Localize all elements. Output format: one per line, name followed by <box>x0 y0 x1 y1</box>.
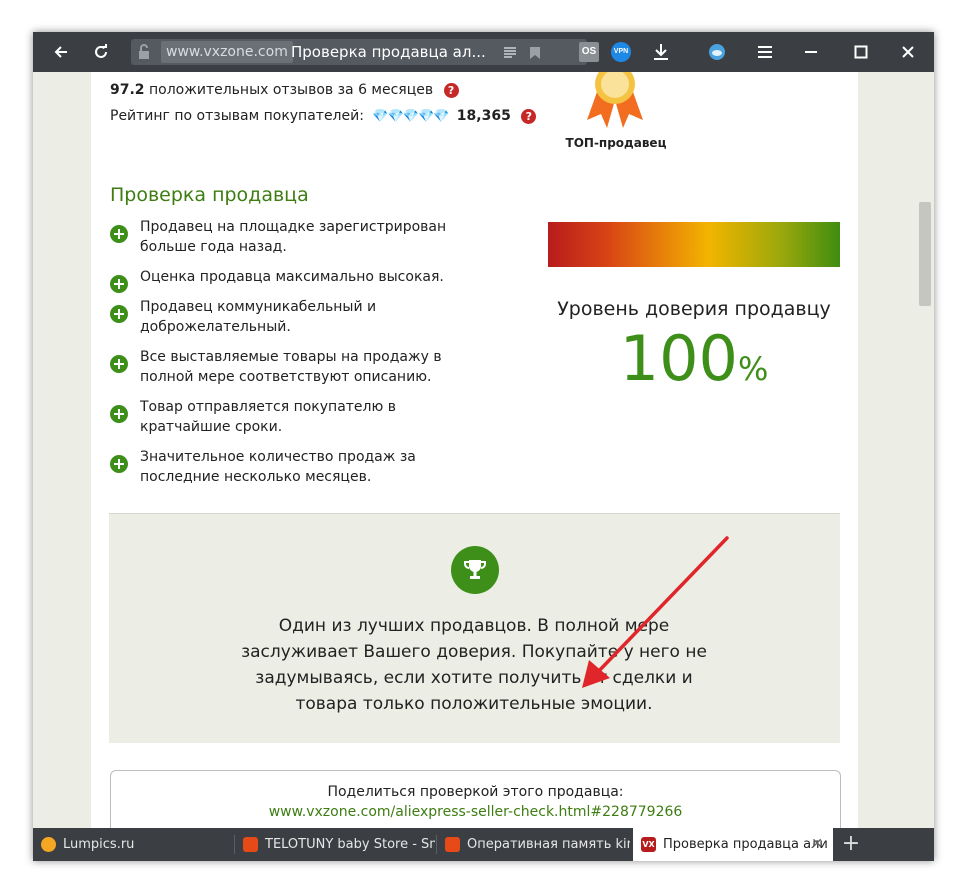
back-button[interactable] <box>45 32 77 72</box>
reader-mode-icon[interactable] <box>503 45 517 64</box>
tab-telotuny[interactable]: TELOTUNY baby Store - Sma <box>235 828 435 861</box>
plus-circle-icon <box>110 225 128 243</box>
vx-favicon-icon: VX <box>641 837 656 852</box>
weather-button[interactable] <box>701 32 733 72</box>
address-page-title[interactable]: Проверка продавца ал... <box>291 39 501 65</box>
trust-level-title: Уровень доверия продавцу <box>557 298 831 320</box>
plus-circle-icon <box>110 305 128 323</box>
list-item: Товар отправляется покупателю в кратчайш… <box>110 397 490 437</box>
address-domain[interactable]: www.vxzone.com <box>161 41 293 63</box>
close-icon <box>902 46 914 58</box>
scrollbar-track[interactable] <box>916 72 934 828</box>
share-label: Поделиться проверкой этого продавца: <box>327 784 624 800</box>
maximize-button[interactable] <box>845 32 877 72</box>
recommendation-panel: Один из лучших продавцов. В полной мере … <box>109 513 840 743</box>
favicon-icon <box>41 837 56 852</box>
maximize-icon <box>854 45 868 59</box>
menu-button[interactable] <box>749 32 781 72</box>
trust-percent-number: 100 <box>619 322 738 395</box>
list-item: Продавец коммуникабельный и доброжелател… <box>110 297 490 337</box>
lock-icon[interactable] <box>137 44 151 64</box>
reload-icon <box>95 44 107 58</box>
bookmark-icon[interactable] <box>529 45 541 64</box>
minimize-icon <box>805 51 817 53</box>
list-item: Продавец на площадке зарегистрирован бол… <box>110 217 490 257</box>
trust-percent-sign: % <box>737 350 769 388</box>
help-icon[interactable]: ? <box>443 82 459 98</box>
browser-window: www.vxzone.com Проверка продавца ал... O… <box>33 32 934 861</box>
close-tab-icon[interactable]: ✕ <box>811 828 823 861</box>
trophy-icon <box>451 546 499 594</box>
top-seller-medal-icon <box>587 72 643 128</box>
reload-button[interactable] <box>85 32 117 72</box>
rating-line: Рейтинг по отзывам покупателей: 💎💎💎💎💎 18… <box>110 108 537 124</box>
rating-value: 18,365 <box>456 108 511 124</box>
scrollbar-thumb[interactable] <box>919 202 931 306</box>
tab-lumpics[interactable]: Lumpics.ru <box>33 828 233 861</box>
recommendation-text: Один из лучших продавцов. В полной мере … <box>241 616 707 714</box>
positive-reviews-line: 97.2 положительных отзывов за 6 месяцев … <box>110 82 459 98</box>
plus-circle-icon <box>110 275 128 293</box>
plus-circle-icon <box>110 355 128 373</box>
tab-seller-check[interactable]: VX Проверка продавца али ✕ <box>633 828 833 861</box>
list-item: Все выставляемые товары на продажу в пол… <box>110 347 490 387</box>
hamburger-icon <box>758 46 772 58</box>
os-extension-icon[interactable]: OS <box>579 42 599 62</box>
vpn-extension-icon[interactable]: VPN <box>611 42 631 62</box>
browser-toolbar: www.vxzone.com Проверка продавца ал... O… <box>33 32 934 72</box>
help-icon[interactable]: ? <box>521 108 537 124</box>
minimize-button[interactable] <box>795 32 827 72</box>
aliexpress-favicon-icon <box>243 837 258 852</box>
trust-gradient-bar <box>548 222 840 267</box>
address-bar[interactable]: www.vxzone.com Проверка продавца ал... <box>131 39 587 65</box>
arrow-left-icon <box>54 46 67 58</box>
download-icon <box>654 44 668 60</box>
list-item: Оценка продавца максимально высокая. <box>110 267 490 293</box>
share-box: Поделиться проверкой этого продавца: www… <box>110 770 841 828</box>
rating-label: Рейтинг по отзывам покупателей: <box>110 108 364 124</box>
share-link[interactable]: www.vxzone.com/aliexpress-seller-check.h… <box>111 804 840 820</box>
seller-report: 97.2 положительных отзывов за 6 месяцев … <box>91 72 858 828</box>
list-item: Значительное количество продаж за послед… <box>110 447 490 487</box>
web-page: 97.2 положительных отзывов за 6 месяцев … <box>33 72 934 828</box>
close-window-button[interactable] <box>892 32 924 72</box>
aliexpress-favicon-icon <box>445 837 460 852</box>
cloud-icon <box>709 44 725 60</box>
tab-bar: Lumpics.ru TELOTUNY baby Store - Sma Опе… <box>33 828 934 861</box>
top-seller-label: ТОП-продавец <box>565 136 667 150</box>
plus-circle-icon <box>110 405 128 423</box>
tab-memory[interactable]: Оперативная память kings <box>437 828 630 861</box>
downloads-button[interactable] <box>645 32 677 72</box>
positive-reviews-value: 97.2 <box>110 82 145 98</box>
plus-circle-icon <box>110 455 128 473</box>
seller-check-title: Проверка продавца <box>110 184 309 206</box>
trust-level-value: 100% <box>548 322 840 395</box>
diamond-rating-icon: 💎💎💎💎💎 <box>372 109 449 124</box>
new-tab-button[interactable]: + <box>839 828 863 861</box>
positive-reviews-text: положительных отзывов за 6 месяцев <box>149 82 434 98</box>
